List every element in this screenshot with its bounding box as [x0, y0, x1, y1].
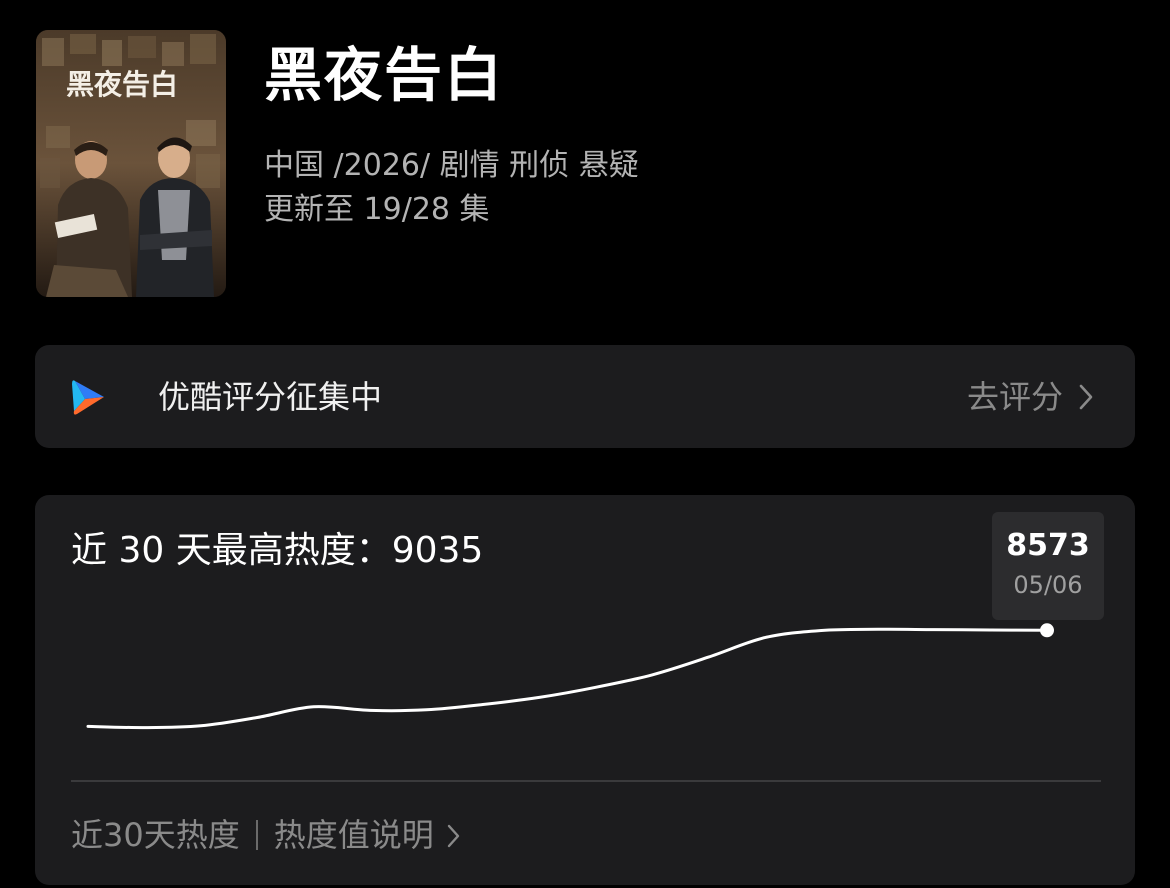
tooltip-date: 05/06 [1013, 571, 1083, 599]
show-title: 黑夜告白 [264, 41, 505, 109]
show-meta-info: 中国 /2026/ 剧情 刑侦 悬疑 [264, 148, 639, 183]
youku-play-icon [72, 380, 104, 415]
episode-progress: 更新至 19/28 集 [264, 192, 490, 227]
rating-collection-label: 优酷评分征集中 [158, 378, 383, 416]
tooltip-value: 8573 [1006, 528, 1090, 563]
chart-divider [71, 780, 1101, 782]
chart-footer: 近30天热度 热度值说明 [71, 813, 462, 857]
chevron-right-icon [1079, 384, 1093, 410]
popularity-period-label: 近30天热度 [71, 816, 240, 854]
popularity-card: 近 30 天最高热度：9035 8573 05/06 近30天热度 热度值说明 [35, 495, 1135, 885]
popularity-series-line [86, 627, 1049, 730]
popularity-explanation-link[interactable]: 热度值说明 [274, 816, 434, 854]
rating-collection-card[interactable]: 优酷评分征集中 去评分 [35, 345, 1135, 448]
footer-separator [255, 820, 258, 850]
max-popularity-heading: 近 30 天最高热度：9035 [71, 530, 484, 571]
poster-image[interactable]: 黑夜告白 [36, 30, 226, 297]
poster-art: 黑夜告白 [36, 30, 226, 297]
poster-title: 黑夜告白 [66, 68, 178, 101]
highlight-point[interactable] [1040, 623, 1054, 638]
go-rate-link[interactable]: 去评分 [967, 375, 1063, 419]
chevron-right-icon [447, 824, 459, 848]
chart-tooltip: 8573 05/06 [992, 512, 1104, 620]
